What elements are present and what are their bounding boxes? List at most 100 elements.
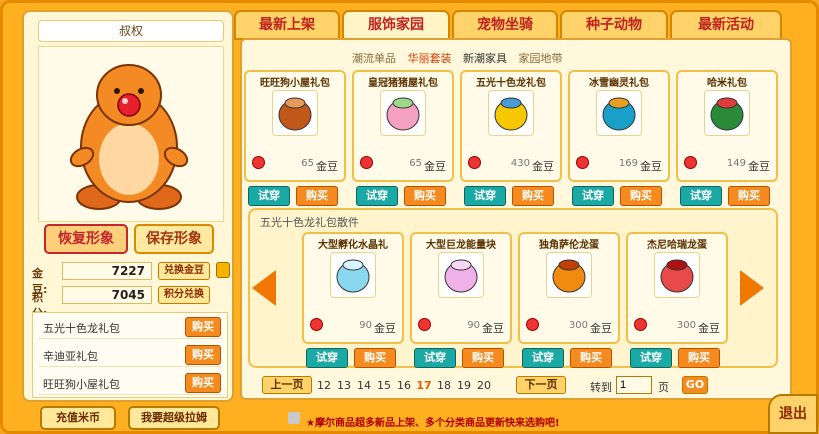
key-icon[interactable] xyxy=(216,262,230,278)
page-number[interactable]: 12 xyxy=(316,379,332,399)
tab-label: 服饰家园 xyxy=(368,17,424,33)
subnav-furniture[interactable]: 新潮家具 xyxy=(463,52,507,65)
try-on-button[interactable]: 试穿 xyxy=(356,186,398,206)
item-card[interactable]: 旺旺狗小屋礼包 65 金豆 xyxy=(244,70,346,182)
subnav-trend[interactable]: 潮流单品 xyxy=(352,52,396,65)
currency-label: 金豆 xyxy=(374,322,396,335)
item-title: 杰尼哈瑞龙蛋 xyxy=(647,240,707,251)
item-card[interactable]: 大型孵化水晶礼 90 金豆 xyxy=(302,232,404,344)
item-card[interactable]: 冰雪幽灵礼包 169 金豆 xyxy=(568,70,670,182)
buy-button[interactable]: 购买 xyxy=(404,186,446,206)
item-thumbnail xyxy=(488,90,534,136)
buy-button[interactable]: 购买 xyxy=(678,348,720,368)
price-value: 169 xyxy=(618,158,638,169)
tab-seeds-animals[interactable]: 种子动物 xyxy=(560,10,668,40)
coin-icon xyxy=(468,156,481,169)
buy-button[interactable]: 购买 xyxy=(185,317,221,337)
exchange-gold-button[interactable]: 兑换金豆 xyxy=(158,262,210,280)
item-card[interactable]: 皇冠猪猪屋礼包 65 金豆 xyxy=(352,70,454,182)
buy-button[interactable]: 购买 xyxy=(512,186,554,206)
tab-label: 最新活动 xyxy=(698,17,754,33)
go-button[interactable]: GO xyxy=(682,376,708,394)
try-on-button[interactable]: 试穿 xyxy=(680,186,722,206)
page-number[interactable]: 18 xyxy=(436,379,452,399)
tab-pets-mounts[interactable]: 宠物坐骑 xyxy=(452,10,558,40)
coin-icon xyxy=(526,318,539,331)
item-thumbnail xyxy=(380,90,426,136)
tab-events[interactable]: 最新活动 xyxy=(670,10,782,40)
buy-button[interactable]: 购买 xyxy=(620,186,662,206)
item-title: 冰雪幽灵礼包 xyxy=(589,78,649,89)
page-number[interactable]: 19 xyxy=(456,379,472,399)
page-unit: 页 xyxy=(658,381,669,394)
item-card[interactable]: 独角萨伦龙蛋 300 金豆 xyxy=(518,232,620,344)
save-shape-button[interactable]: 保存形象 xyxy=(134,224,214,254)
list-item: 旺旺狗小屋礼包 购买 xyxy=(39,371,223,395)
tab-clothing-home[interactable]: 服饰家园 xyxy=(342,10,450,40)
try-on-button[interactable]: 试穿 xyxy=(306,348,348,368)
currency-label: 金豆 xyxy=(640,160,662,173)
page-number[interactable]: 16 xyxy=(396,379,412,399)
buy-button[interactable]: 购买 xyxy=(296,186,338,206)
recharge-button[interactable]: 充值米币 xyxy=(40,406,116,430)
prev-page-button[interactable]: 上一页 xyxy=(262,376,312,394)
buy-button[interactable]: 购买 xyxy=(728,186,770,206)
buy-button[interactable]: 购买 xyxy=(570,348,612,368)
page-number[interactable]: 14 xyxy=(356,379,372,399)
currency-label: 金豆 xyxy=(590,322,612,335)
coin-icon xyxy=(634,318,647,331)
goto-label: 转到 xyxy=(590,381,612,394)
try-on-button[interactable]: 试穿 xyxy=(414,348,456,368)
currency-label: 金豆 xyxy=(316,160,338,173)
tab-label: 种子动物 xyxy=(586,17,642,33)
buy-button[interactable]: 购买 xyxy=(185,373,221,393)
price-value: 90 xyxy=(467,320,480,331)
try-on-button[interactable]: 试穿 xyxy=(248,186,290,206)
gift-icon xyxy=(278,97,312,131)
goto-page-input[interactable] xyxy=(616,376,652,394)
restore-shape-button[interactable]: 恢复形象 xyxy=(44,224,128,254)
try-on-button[interactable]: 试穿 xyxy=(630,348,672,368)
item-title: 哈米礼包 xyxy=(707,78,747,89)
subcategory-nav: 潮流单品 华丽套装 新潮家具 家园地带 xyxy=(352,50,571,66)
item-card[interactable]: 杰尼哈瑞龙蛋 300 金豆 xyxy=(626,232,728,344)
next-page-button[interactable]: 下一页 xyxy=(516,376,566,394)
exit-button[interactable]: 退出 xyxy=(768,394,818,434)
buy-button[interactable]: 购买 xyxy=(462,348,504,368)
coin-icon xyxy=(252,156,265,169)
try-on-button[interactable]: 试穿 xyxy=(464,186,506,206)
item-card[interactable]: 哈米礼包 149 金豆 xyxy=(676,70,778,182)
item-card[interactable]: 五光十色龙礼包 430 金豆 xyxy=(460,70,562,182)
try-on-button[interactable]: 试穿 xyxy=(572,186,614,206)
list-item-name: 五光十色龙礼包 xyxy=(43,322,120,335)
page-number[interactable]: 15 xyxy=(376,379,392,399)
gift-icon xyxy=(444,259,478,293)
subnav-home-land[interactable]: 家园地带 xyxy=(519,52,563,65)
try-on-button[interactable]: 试穿 xyxy=(522,348,564,368)
buy-button[interactable]: 购买 xyxy=(354,348,396,368)
tab-new-arrivals[interactable]: 最新上架 xyxy=(234,10,340,40)
coin-icon xyxy=(360,156,373,169)
news-marquee: ★摩尔商品超多新品上架、多个分类商品更新快来选购吧! xyxy=(306,418,560,429)
item-title: 旺旺狗小屋礼包 xyxy=(260,78,330,89)
page-number[interactable]: 17 xyxy=(416,379,432,399)
gift-icon xyxy=(710,97,744,131)
super-lahm-button[interactable]: 我要超级拉姆 xyxy=(128,406,220,430)
buy-button[interactable]: 购买 xyxy=(185,345,221,365)
item-thumbnail xyxy=(330,252,376,298)
price-value: 65 xyxy=(409,158,422,169)
currency-label: 金豆 xyxy=(698,322,720,335)
item-card[interactable]: 大型巨龙能量块 90 金豆 xyxy=(410,232,512,344)
item-title: 独角萨伦龙蛋 xyxy=(539,240,599,251)
gift-icon xyxy=(336,259,370,293)
subnav-suits[interactable]: 华丽套装 xyxy=(408,52,452,65)
list-item: 辛迪亚礼包 购买 xyxy=(39,343,223,367)
next-arrow-icon[interactable] xyxy=(740,270,764,306)
item-title: 大型巨龙能量块 xyxy=(426,240,496,251)
page-number[interactable]: 13 xyxy=(336,379,352,399)
exchange-points-button[interactable]: 积分兑换 xyxy=(158,286,210,304)
item-thumbnail xyxy=(438,252,484,298)
prev-arrow-icon[interactable] xyxy=(252,270,276,306)
price-value: 90 xyxy=(359,320,372,331)
page-number[interactable]: 20 xyxy=(476,379,492,399)
